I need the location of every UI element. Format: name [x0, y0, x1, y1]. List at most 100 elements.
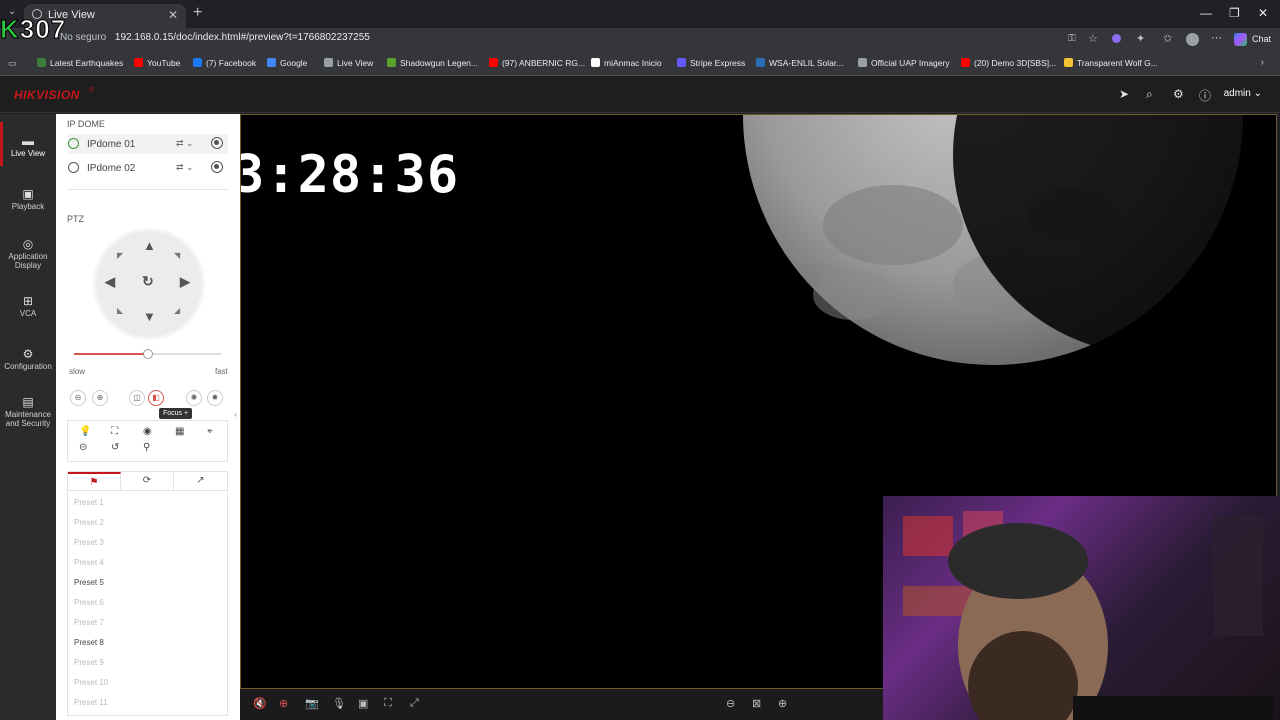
help-icon[interactable]: ⓘ — [1199, 87, 1211, 104]
bookmark-item[interactable]: Google — [267, 58, 307, 68]
fit-icon[interactable]: ⛶ — [384, 697, 392, 710]
one-touch-icon[interactable]: ▦ — [175, 426, 184, 437]
iris-close-icon[interactable]: ✺ — [186, 390, 202, 406]
digital-zoom-icon[interactable]: ⊕ — [279, 697, 288, 710]
iris-open-icon[interactable]: ✹ — [207, 390, 223, 406]
next-page-icon[interactable]: ⊕ — [778, 697, 787, 710]
preset-item[interactable]: Preset 5 — [74, 578, 104, 587]
password-key-icon[interactable]: ⚿ — [1068, 33, 1076, 44]
bookmark-item[interactable]: YouTube — [134, 58, 180, 68]
extension-icon[interactable] — [1112, 34, 1121, 43]
nav-configuration[interactable]: ⚙ Configuration — [0, 348, 56, 371]
lens-init-icon[interactable]: ⊝ — [79, 442, 87, 453]
stream-select-icon[interactable]: ⇄ ⌄ — [176, 138, 194, 149]
minimize-icon[interactable]: — — [1200, 6, 1212, 20]
preset-item[interactable]: Preset 7 — [74, 618, 104, 627]
pan-up-left-icon[interactable]: ◤ — [117, 251, 123, 260]
wiper-icon[interactable]: ◉ — [143, 426, 152, 437]
park-icon[interactable]: ↺ — [111, 442, 119, 453]
bookmark-item[interactable]: Latest Earthquakes — [37, 58, 123, 68]
bookmark-item[interactable]: (7) Facebook — [193, 58, 256, 68]
tab-patterns[interactable]: ↗ — [174, 472, 227, 491]
tab-presets[interactable]: ⚑ — [68, 472, 121, 491]
pan-up-icon[interactable]: ▲ — [143, 238, 156, 253]
preset-item[interactable]: Preset 11 — [74, 698, 108, 707]
close-tab-icon[interactable]: ✕ — [168, 8, 178, 22]
record-icon[interactable] — [211, 161, 223, 173]
microphone-icon[interactable]: 🎙 — [332, 697, 346, 710]
bookmark-item[interactable]: WSA-ENLIL Solar... — [756, 58, 843, 68]
send-icon[interactable]: ➤ — [1119, 87, 1129, 101]
preset-item[interactable]: Preset 9 — [74, 658, 104, 667]
user-menu[interactable]: admin ⌄ — [1224, 88, 1262, 99]
device-item-ipdome-01[interactable]: IPdome 01 ⇄ ⌄ — [68, 134, 228, 154]
more-bookmarks-icon[interactable]: › — [1261, 57, 1264, 68]
tools-icon[interactable]: ⚙ — [1173, 87, 1184, 101]
manual-tracking-icon[interactable]: ⛶ — [111, 426, 118, 437]
profile-avatar[interactable] — [1186, 33, 1199, 46]
preset-item[interactable]: Preset 1 — [74, 498, 104, 507]
sidebar-toggle-icon[interactable]: ▭ — [8, 58, 17, 69]
collapse-panel-icon[interactable]: ‹ — [234, 409, 237, 419]
favorites-icon[interactable]: ✩ — [1163, 32, 1172, 45]
preset-item[interactable]: Preset 2 — [74, 518, 104, 527]
bookmark-item[interactable]: Stripe Express — [677, 58, 745, 68]
focus-plus-icon[interactable]: ◧ — [148, 390, 164, 406]
bookmark-item[interactable]: Transparent Wolf G... — [1064, 58, 1158, 68]
zoom-in-icon[interactable]: ⊕ — [92, 390, 108, 406]
light-icon[interactable]: 💡 — [79, 426, 91, 437]
copilot-icon[interactable] — [1234, 33, 1247, 46]
nav-maintenance[interactable]: ▤ Maintenance and Security — [0, 396, 56, 428]
bookmark-item[interactable]: miAnmac Inicio — [591, 58, 662, 68]
bookmark-item[interactable]: Shadowgun Legen... — [387, 58, 478, 68]
prev-page-icon[interactable]: ⊖ — [726, 697, 735, 710]
zoom-out-icon[interactable]: ⊖ — [70, 390, 86, 406]
pan-down-left-icon[interactable]: ◣ — [117, 306, 123, 315]
menu-dots-icon[interactable]: ⋯ — [1211, 31, 1222, 44]
fullscreen-icon[interactable]: ⤢ — [410, 697, 419, 710]
ptz-speed-slider[interactable] — [74, 349, 221, 359]
preset-item[interactable]: Preset 3 — [74, 538, 104, 547]
new-tab-icon[interactable]: + — [193, 4, 202, 22]
url-field[interactable]: No seguro 192.168.0.15/doc/index.html#/p… — [60, 32, 1070, 48]
bookmark-item[interactable]: Official UAP Imagery — [858, 58, 950, 68]
defog-icon[interactable]: ⚲ — [143, 442, 150, 453]
nav-live-view[interactable]: ▬ Live View — [0, 135, 56, 158]
nav-playback[interactable]: ▣ Playback — [0, 188, 56, 211]
pan-up-right-icon[interactable]: ◥ — [174, 251, 180, 260]
auto-rotate-icon[interactable]: ↻ — [142, 273, 154, 290]
speed-knob[interactable] — [142, 349, 153, 359]
stream-select-icon[interactable]: ⇄ ⌄ — [176, 162, 194, 173]
record-icon[interactable] — [211, 137, 223, 149]
tab-patrols[interactable]: ⟳ — [121, 472, 174, 491]
bookmark-item[interactable]: (97) ANBERNIC RG... — [489, 58, 585, 68]
capture-icon[interactable]: 📷 — [305, 697, 319, 710]
focus-minus-icon[interactable]: ◫ — [129, 390, 145, 406]
pan-left-icon[interactable]: ◀ — [105, 274, 115, 290]
moon-image — [743, 115, 1253, 365]
nav-application-display[interactable]: ◎ Application Display — [0, 238, 56, 270]
bookmark-item[interactable]: Live View — [324, 58, 373, 68]
preset-item[interactable]: Preset 6 — [74, 598, 104, 607]
close-window-icon-video[interactable]: ⊠ — [752, 697, 761, 710]
pan-down-right-icon[interactable]: ◢ — [174, 306, 180, 315]
security-status[interactable]: No seguro — [60, 32, 106, 43]
device-item-ipdome-02[interactable]: IPdome 02 ⇄ ⌄ — [68, 158, 228, 178]
close-window-icon[interactable]: ✕ — [1258, 6, 1268, 20]
device-group-label[interactable]: IP DOME — [67, 119, 105, 129]
preset-item[interactable]: Preset 10 — [74, 678, 108, 687]
preset-item[interactable]: Preset 8 — [74, 638, 104, 647]
mute-icon[interactable]: 🔇 — [253, 697, 267, 710]
bookmark-star-icon[interactable]: ☆ — [1088, 32, 1098, 45]
record-video-icon[interactable]: ▣ — [358, 697, 368, 710]
3d-positioning-icon[interactable]: ⌖ — [207, 426, 213, 437]
chat-button[interactable]: Chat — [1252, 34, 1271, 44]
maximize-icon[interactable]: ❐ — [1229, 6, 1240, 20]
preset-item[interactable]: Preset 4 — [74, 558, 104, 567]
bookmark-item[interactable]: (20) Demo 3D[SBS]... — [961, 58, 1056, 68]
extensions-puzzle-icon[interactable]: ✦ — [1136, 32, 1145, 45]
search-icon[interactable]: ⌕ — [1146, 87, 1153, 102]
pan-right-icon[interactable]: ▶ — [180, 274, 190, 290]
nav-vca[interactable]: ⊞ VCA — [0, 295, 56, 318]
pan-down-icon[interactable]: ▼ — [143, 309, 156, 324]
